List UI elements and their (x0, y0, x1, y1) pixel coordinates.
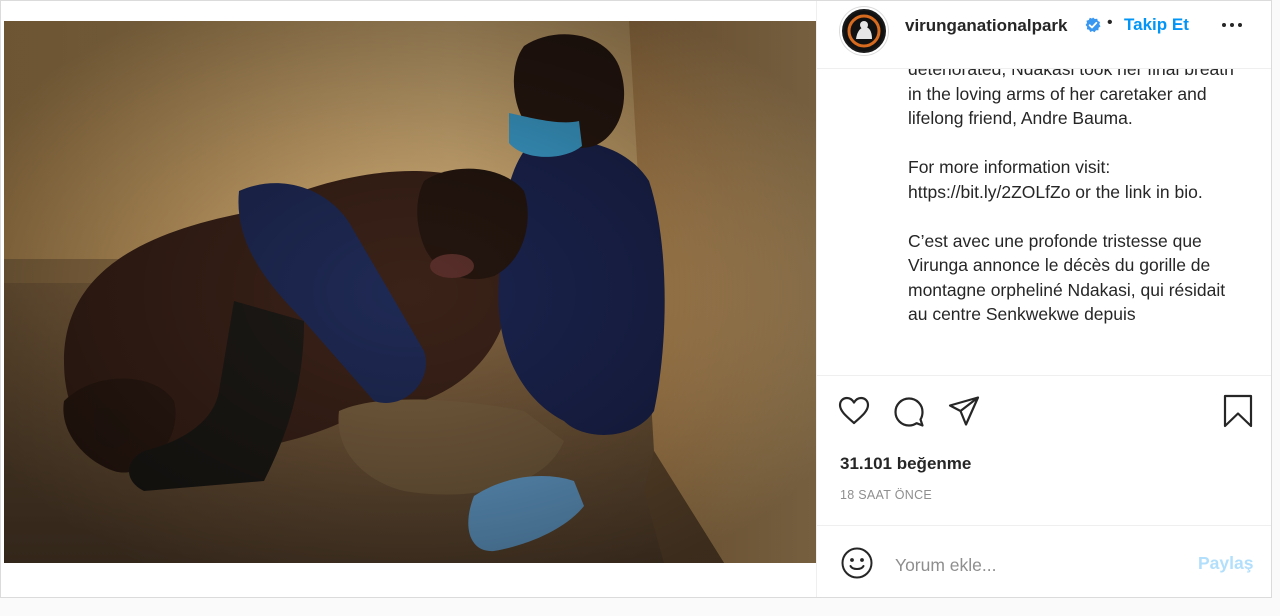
emoji-icon[interactable] (840, 546, 874, 580)
caption-text: deteriorated, Ndakasi took her final bre… (908, 69, 1248, 351)
verified-badge-icon (1085, 17, 1101, 33)
comment-bar: Paylaş (817, 525, 1271, 597)
account-username[interactable]: virunganationalpark (905, 16, 1067, 36)
park-logo-icon (844, 11, 884, 51)
comment-icon[interactable] (892, 395, 926, 429)
caption-paragraph: deteriorated, Ndakasi took her final bre… (908, 69, 1234, 128)
post-timestamp[interactable]: 18 SAAT ÖNCE (840, 488, 932, 502)
caption-paragraph: C’est avec une profonde tristesse que Vi… (908, 230, 1226, 325)
heart-icon[interactable] (837, 394, 871, 428)
comment-input[interactable] (893, 550, 1177, 580)
post-photo[interactable] (4, 21, 816, 563)
more-options-icon[interactable] (1222, 23, 1244, 29)
post-comment-button[interactable]: Paylaş (1198, 553, 1253, 574)
photo-panel (1, 1, 816, 597)
post-header: virunganationalpark • Takip Et (817, 1, 1271, 69)
instagram-post: virunganationalpark • Takip Et deteriora… (0, 0, 1272, 598)
post-actions: 31.101 beğenme 18 SAAT ÖNCE (817, 375, 1271, 525)
bookmark-icon[interactable] (1221, 394, 1255, 428)
caption-scroll-area[interactable]: deteriorated, Ndakasi took her final bre… (817, 69, 1271, 375)
photo-illustration (4, 21, 816, 563)
avatar[interactable] (840, 7, 888, 55)
share-icon[interactable] (947, 394, 981, 428)
header-separator: • (1107, 14, 1113, 31)
caption-paragraph: For more information visit: https://bit.… (908, 157, 1203, 202)
post-sidebar: virunganationalpark • Takip Et deteriora… (816, 1, 1271, 597)
follow-button[interactable]: Takip Et (1124, 15, 1189, 35)
like-count[interactable]: 31.101 beğenme (840, 454, 971, 474)
